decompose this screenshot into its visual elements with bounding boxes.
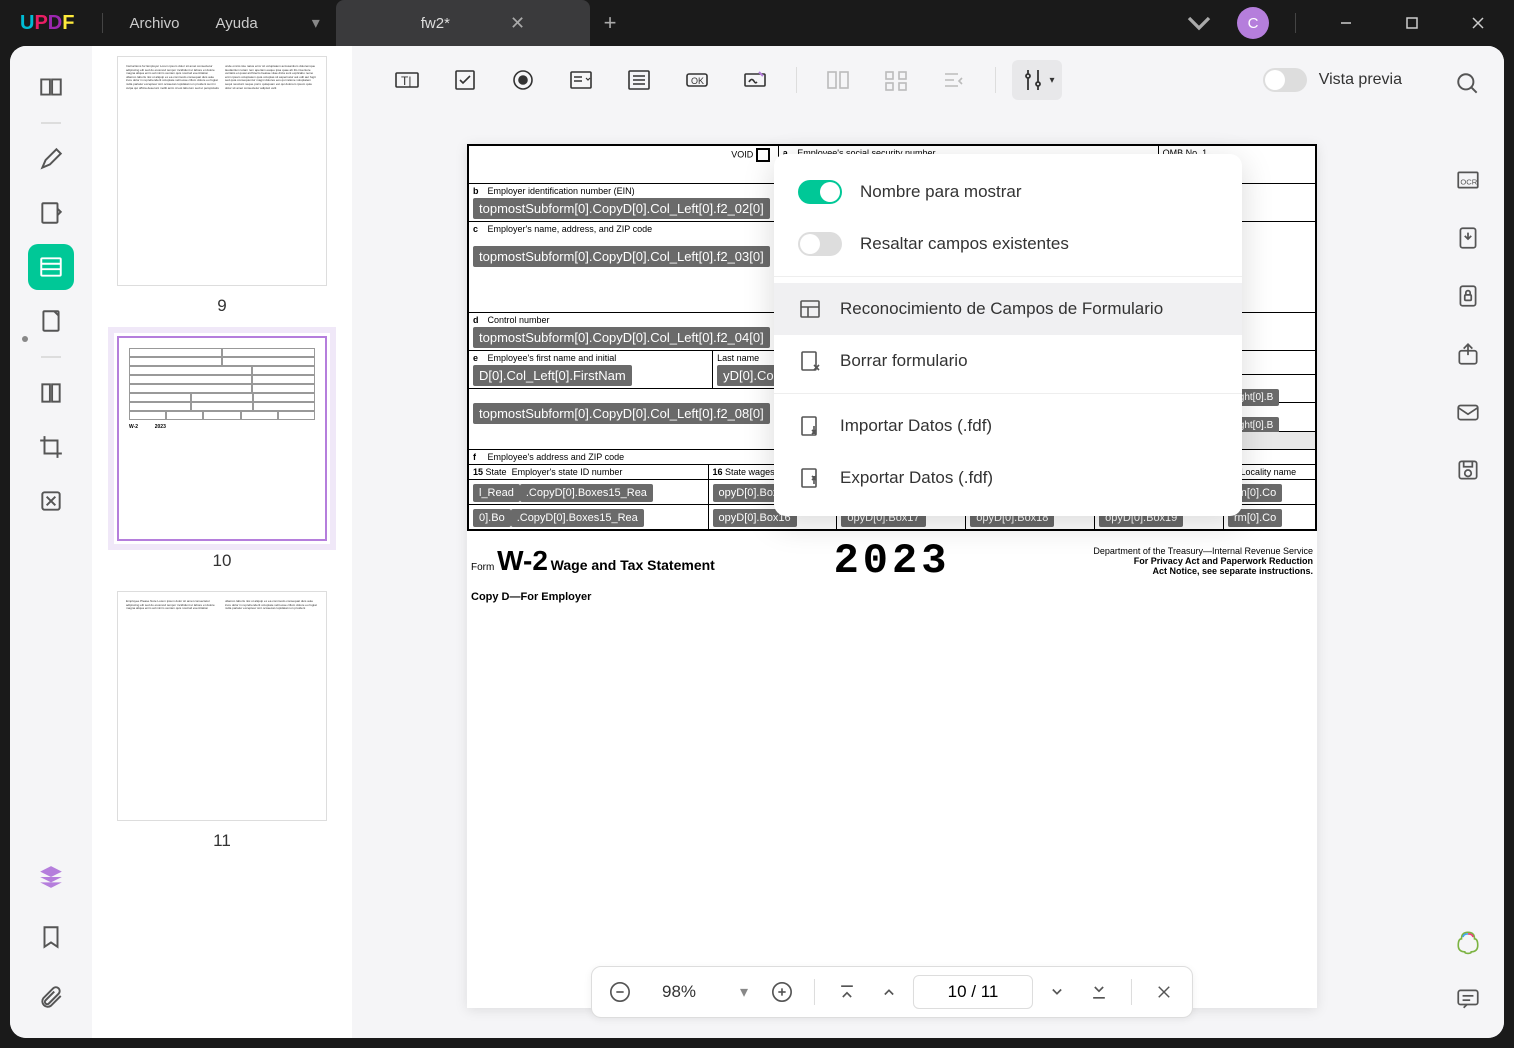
titlebar: UPDF Archivo Ayuda ▾ fw2* ✕ + C (0, 0, 1514, 46)
ocr-icon[interactable]: OCR (1448, 160, 1488, 200)
listbox-tool[interactable] (614, 60, 664, 100)
zoom-in-button[interactable] (764, 974, 800, 1010)
zoom-value: 98% (644, 982, 724, 1002)
button-tool[interactable]: OK (672, 60, 722, 100)
app-logo: UPDF (0, 12, 94, 35)
menu-display-name[interactable]: Nombre para mostrar (774, 166, 1242, 218)
form-field-label[interactable]: topmostSubform[0].CopyD[0].Col_Left[0].f… (473, 403, 770, 424)
page-number-input[interactable]: 10 / 11 (913, 975, 1033, 1009)
protect-icon[interactable] (1448, 276, 1488, 316)
thumbnail-number: 11 (213, 831, 231, 851)
export-icon (798, 466, 822, 490)
edit-tool-icon[interactable] (28, 190, 74, 236)
svg-text:OK: OK (691, 76, 704, 86)
first-page-button[interactable] (829, 974, 865, 1010)
layers-icon[interactable] (28, 854, 74, 900)
chevron-down-icon[interactable] (1179, 3, 1219, 43)
svg-text:OCR: OCR (1460, 177, 1477, 186)
next-page-button[interactable] (1039, 974, 1075, 1010)
crop-tool-icon[interactable] (28, 424, 74, 470)
maximize-button[interactable] (1388, 16, 1436, 30)
form-field-label[interactable]: topmostSubform[0].CopyD[0].Col_Left[0].f… (473, 198, 770, 219)
checkbox-tool[interactable] (440, 60, 490, 100)
radio-button-tool[interactable] (498, 60, 548, 100)
signature-tool[interactable] (730, 60, 780, 100)
thumbnails-panel: Instructions for Employer Lorem ipsum do… (92, 46, 352, 1038)
attachment-icon[interactable] (28, 974, 74, 1020)
comment-tool-icon[interactable] (28, 136, 74, 182)
ai-assistant-icon[interactable] (1448, 922, 1488, 962)
right-sidebar: OCR (1432, 46, 1504, 1038)
form-tools-dropdown[interactable]: ▾ (1012, 60, 1062, 100)
distribute-tool[interactable] (871, 60, 921, 100)
menu-help[interactable]: Ayuda (198, 15, 276, 32)
preview-label: Vista previa (1319, 71, 1402, 89)
tab-dropdown-icon[interactable]: ▾ (296, 0, 336, 46)
page-controls: 98% ▾ 10 / 11 (591, 966, 1193, 1018)
close-button[interactable] (1454, 16, 1502, 30)
reader-mode-icon[interactable] (28, 64, 74, 110)
form-recognition-icon (798, 297, 822, 321)
arrange-tool[interactable] (929, 60, 979, 100)
display-name-toggle[interactable] (798, 180, 842, 204)
page-tool-icon[interactable] (28, 298, 74, 344)
convert-icon[interactable] (1448, 218, 1488, 258)
redact-tool-icon[interactable] (28, 478, 74, 524)
thumbnail-page-9[interactable]: Instructions for Employer Lorem ipsum do… (92, 56, 352, 316)
close-controls-button[interactable] (1146, 974, 1182, 1010)
save-icon[interactable] (1448, 450, 1488, 490)
main-container: Instructions for Employer Lorem ipsum do… (10, 46, 1504, 1038)
tab-title: fw2* (421, 15, 450, 32)
text-field-tool[interactable]: T| (382, 60, 432, 100)
menu-highlight-fields[interactable]: Resaltar campos existentes (774, 218, 1242, 270)
document-tab[interactable]: fw2* ✕ (336, 0, 590, 46)
highlight-fields-toggle[interactable] (798, 232, 842, 256)
search-icon[interactable] (1448, 64, 1488, 104)
close-tab-icon[interactable]: ✕ (510, 13, 525, 34)
form-tool-icon[interactable] (28, 244, 74, 290)
zoom-dropdown-icon[interactable]: ▾ (730, 982, 758, 1002)
organize-tool-icon[interactable] (28, 370, 74, 416)
chat-icon[interactable] (1448, 978, 1488, 1018)
form-field-label[interactable]: D[0].Col_Left[0].FirstNam (473, 365, 632, 386)
dropdown-tool[interactable] (556, 60, 606, 100)
email-icon[interactable] (1448, 392, 1488, 432)
prev-page-button[interactable] (871, 974, 907, 1010)
add-tab-button[interactable]: + (590, 0, 630, 46)
menu-import-data[interactable]: Importar Datos (.fdf) (774, 400, 1242, 452)
form-field-label[interactable]: topmostSubform[0].CopyD[0].Col_Left[0].f… (473, 246, 770, 267)
menu-export-data[interactable]: Exportar Datos (.fdf) (774, 452, 1242, 504)
left-sidebar (10, 46, 92, 1038)
import-icon (798, 414, 822, 438)
clear-form-icon (798, 349, 822, 373)
align-tool[interactable] (813, 60, 863, 100)
menu-recognize-fields[interactable]: Reconocimiento de Campos de Formulario (774, 283, 1242, 335)
thumbnail-number: 10 (213, 551, 232, 571)
user-avatar[interactable]: C (1237, 7, 1269, 39)
bookmark-icon[interactable] (28, 914, 74, 960)
content-area: T| OK (352, 46, 1432, 1038)
minimize-button[interactable] (1322, 16, 1370, 30)
thumbnail-page-10[interactable]: W-2 2023 10 (92, 336, 352, 571)
thumbnail-number: 9 (217, 296, 226, 316)
form-tools-menu: Nombre para mostrar Resaltar campos exis… (774, 154, 1242, 516)
form-field-label[interactable]: topmostSubform[0].CopyD[0].Col_Left[0].f… (473, 327, 770, 348)
last-page-button[interactable] (1081, 974, 1117, 1010)
thumbnail-page-11[interactable]: Employee Please Note Lorem ipsum dolor s… (92, 591, 352, 851)
share-icon[interactable] (1448, 334, 1488, 374)
menu-clear-form[interactable]: Borrar formulario (774, 335, 1242, 387)
zoom-out-button[interactable] (602, 974, 638, 1010)
preview-toggle[interactable] (1263, 68, 1307, 92)
menu-file[interactable]: Archivo (111, 15, 197, 32)
form-toolbar: T| OK (352, 46, 1432, 114)
svg-text:T|: T| (401, 74, 411, 88)
